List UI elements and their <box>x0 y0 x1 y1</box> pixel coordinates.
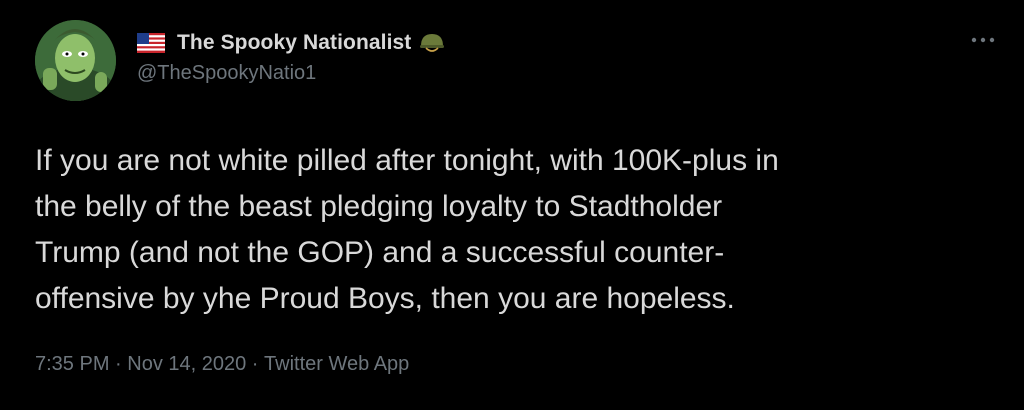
meta-separator: · <box>246 353 265 375</box>
tweet-date[interactable]: Nov 14, 2020 <box>127 353 246 376</box>
tweet-text: If you are not white pilled after tonigh… <box>35 144 779 315</box>
meta-separator: · <box>109 353 128 375</box>
author-handle[interactable]: @TheSpookyNatio1 <box>137 62 316 85</box>
tweet-source[interactable]: Twitter Web App <box>264 353 409 376</box>
more-options-button[interactable] <box>968 30 998 50</box>
military-helmet-icon <box>420 34 445 52</box>
tweet-time[interactable]: 7:35 PM <box>35 353 109 376</box>
more-horizontal-icon <box>971 37 995 43</box>
us-flag-icon <box>137 33 165 53</box>
avatar-image <box>35 20 116 101</box>
avatar[interactable] <box>35 20 116 101</box>
author-name-row[interactable]: The Spooky Nationalist <box>137 29 445 57</box>
tweet-card: The Spooky Nationalist @TheSpookyNatio1 … <box>0 0 1024 410</box>
author-display-name[interactable]: The Spooky Nationalist <box>177 31 411 55</box>
tweet-metadata: 7:35 PM · Nov 14, 2020 · Twitter Web App <box>35 353 409 376</box>
